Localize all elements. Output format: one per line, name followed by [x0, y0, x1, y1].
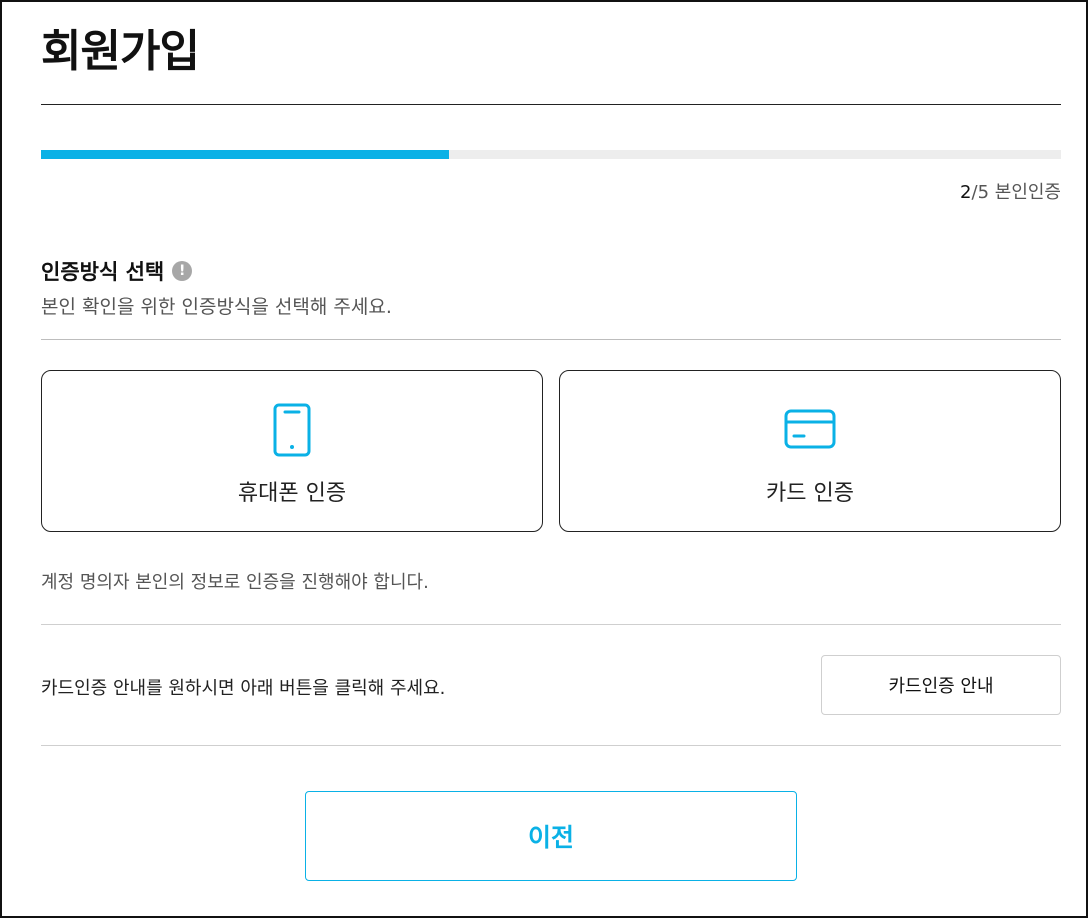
progress-bar-fill: [41, 150, 449, 159]
card-guide-button[interactable]: 카드인증 안내: [821, 655, 1061, 715]
info-icon[interactable]: !: [172, 261, 193, 281]
section-divider: [41, 339, 1061, 340]
step-total: /5: [971, 182, 990, 203]
step-current: 2: [960, 182, 972, 203]
title-divider: [41, 104, 1061, 105]
step-name: 본인인증: [989, 182, 1061, 203]
section-title-text: 인증방식 선택: [41, 260, 165, 284]
page-title: 회원가입: [41, 26, 200, 77]
footer-divider: [41, 745, 1061, 746]
notice-text: 계정 명의자 본인의 정보로 인증을 진행해야 합니다.: [41, 572, 429, 593]
credit-card-icon: [784, 409, 836, 449]
signup-page: 회원가입 2/5 본인인증 인증방식 선택 ! 본인 확인을 위한 인증방식을 …: [0, 0, 1088, 918]
notice-divider: [41, 624, 1061, 625]
phone-auth-button[interactable]: 휴대폰 인증: [41, 370, 543, 532]
smartphone-icon: [273, 403, 311, 457]
card-auth-button[interactable]: 카드 인증: [559, 370, 1061, 532]
section-title: 인증방식 선택 !: [41, 256, 193, 286]
phone-auth-label: 휴대폰 인증: [237, 481, 347, 506]
step-indicator: 2/5 본인인증: [960, 178, 1061, 204]
section-description: 본인 확인을 위한 인증방식을 선택해 주세요.: [41, 296, 392, 318]
card-auth-label: 카드 인증: [766, 481, 854, 506]
prev-button[interactable]: 이전: [305, 791, 797, 881]
progress-bar: [41, 150, 1061, 159]
card-guide-text: 카드인증 안내를 원하시면 아래 버튼을 클릭해 주세요.: [41, 678, 446, 699]
